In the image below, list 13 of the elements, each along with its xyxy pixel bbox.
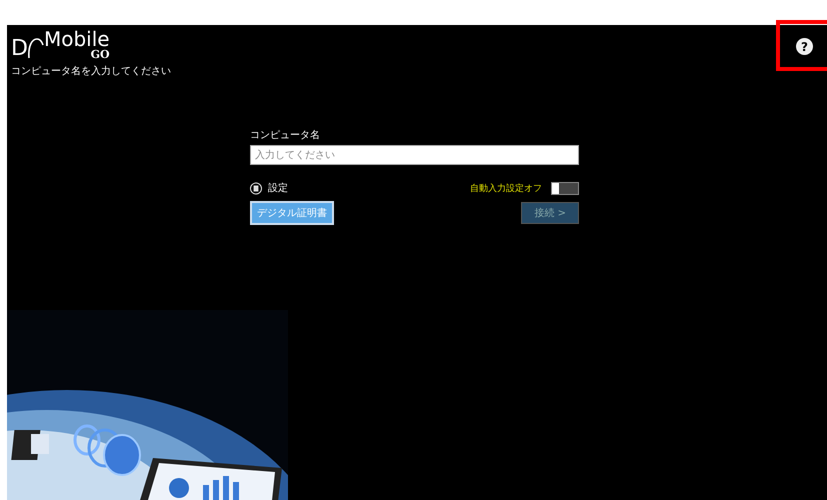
settings-label[interactable]: 設定: [268, 181, 288, 195]
logo-letter: D: [11, 38, 28, 60]
field-label: コンピュータ名: [250, 129, 321, 142]
auto-input-toggle[interactable]: [551, 182, 579, 194]
logo-word: Mobile: [44, 29, 110, 49]
auto-input-label: 自動入力設定オフ: [470, 182, 542, 194]
arc-icon: [28, 36, 44, 60]
logo-tag: GO: [90, 49, 110, 60]
computer-name-field[interactable]: 入力してください: [250, 145, 579, 165]
instruction-text: コンピュータ名を入力してください: [11, 64, 171, 78]
highlight-frame: [776, 20, 827, 71]
help-icon[interactable]: ?: [796, 38, 813, 55]
trash-icon[interactable]: [250, 182, 262, 194]
